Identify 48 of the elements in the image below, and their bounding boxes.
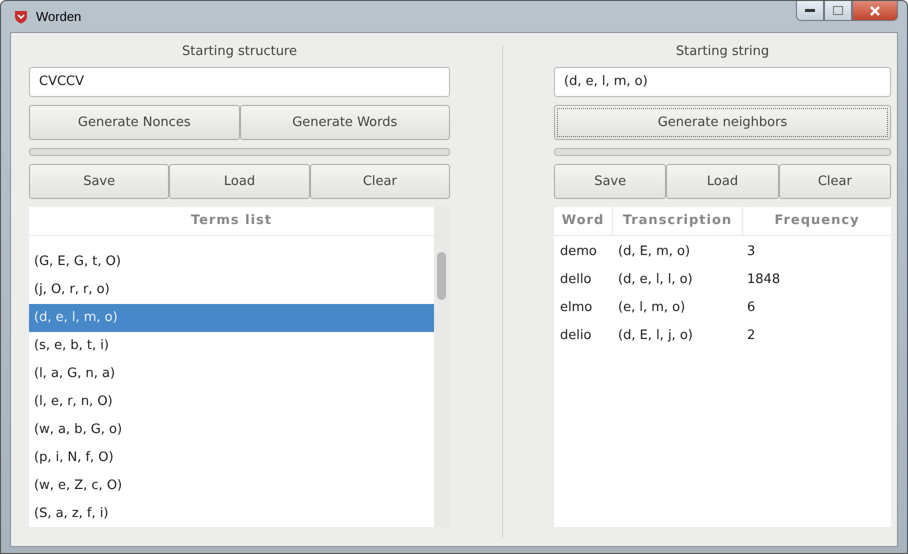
table-cell: (d, E, m, o) <box>618 244 690 259</box>
list-header: Terms list <box>29 207 434 236</box>
list-item[interactable]: (p, i, N, f, O) <box>29 444 434 472</box>
table-cell: 1848 <box>747 272 780 287</box>
list-item[interactable]: (w, a, b, G, o) <box>29 416 434 444</box>
scroll-thumb[interactable] <box>437 252 446 300</box>
table-cell: (e, l, m, o) <box>618 300 686 315</box>
action-button[interactable]: Save <box>29 164 170 199</box>
generate-button[interactable]: Generate neighbors <box>554 105 891 140</box>
window-title: Worden <box>36 9 82 24</box>
action-button[interactable]: Load <box>666 164 779 199</box>
generate-button[interactable]: Generate Words <box>240 105 450 140</box>
string-field[interactable]: (d, e, l, m, o) <box>554 67 891 97</box>
minimize-icon <box>805 8 815 12</box>
table-cell: dello <box>560 272 592 287</box>
structure-field[interactable]: CVCCV <box>29 67 450 97</box>
section-label: Starting string <box>676 45 770 59</box>
list-item[interactable]: (G, E, G, t, O) <box>29 248 434 276</box>
action-button[interactable]: Clear <box>778 164 891 199</box>
table-cell: (d, e, l, l, o) <box>618 272 693 287</box>
list-item[interactable]: (s, e, b, t, i) <box>29 332 434 360</box>
maximize-button[interactable] <box>824 1 852 21</box>
list-item[interactable]: (S, a, z, f, i) <box>29 500 434 527</box>
table-cell: demo <box>560 244 597 259</box>
generate-button[interactable]: Generate Nonces <box>29 105 240 140</box>
action-button[interactable]: Save <box>554 164 666 199</box>
table-cell: 3 <box>747 244 756 259</box>
close-button[interactable] <box>852 1 898 21</box>
list-item[interactable]: (l, e, r, n, O) <box>29 388 434 416</box>
table-cell: elmo <box>560 300 592 315</box>
close-icon <box>869 6 881 16</box>
minimize-button[interactable] <box>796 1 824 21</box>
list-item[interactable]: (l, a, G, n, a) <box>29 360 434 388</box>
shield-icon <box>14 10 28 24</box>
maximize-icon <box>833 6 843 15</box>
list-item[interactable]: (w, e, Z, c, O) <box>29 472 434 500</box>
column-header[interactable]: Word <box>554 207 613 235</box>
section-label: Starting structure <box>182 45 297 59</box>
list-item[interactable]: (j, O, r, r, o) <box>29 276 434 304</box>
table-cell: 6 <box>747 300 756 315</box>
scrollbar[interactable] <box>434 207 450 527</box>
action-button[interactable]: Clear <box>310 164 450 199</box>
column-header[interactable]: Transcription <box>613 207 743 235</box>
column-header[interactable]: Frequency <box>743 207 891 235</box>
action-button[interactable]: Load <box>169 164 310 199</box>
table-cell: delio <box>560 328 592 343</box>
table-cell: (d, E, l, j, o) <box>618 328 693 343</box>
table-cell: 2 <box>747 328 756 343</box>
